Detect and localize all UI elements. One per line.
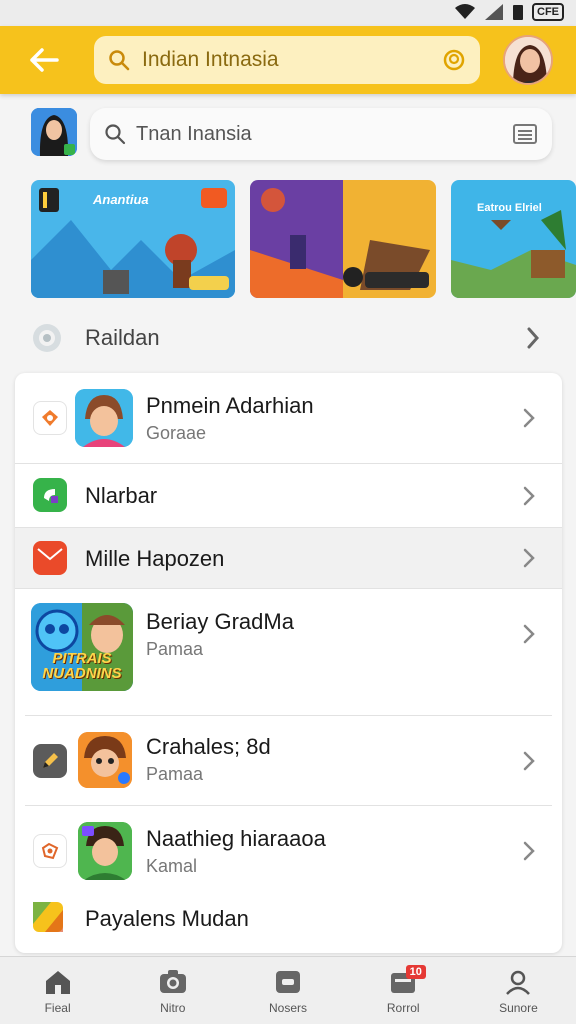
- nav-item-gallery[interactable]: Nosers: [230, 957, 345, 1024]
- search-bar[interactable]: Tnan Inansia: [90, 108, 552, 160]
- list-item[interactable]: Crahales; 8d Pamaa: [15, 716, 562, 804]
- home-icon: [45, 971, 70, 994]
- header-search-field[interactable]: Indian Intnasia: [94, 36, 480, 84]
- search-icon: [105, 124, 126, 145]
- app-icon: [78, 822, 132, 880]
- nav-label: Nosers: [269, 1001, 308, 1015]
- nav-item-camera[interactable]: Nitro: [115, 957, 230, 1024]
- chevron-right-icon: [523, 751, 535, 771]
- character-face-icon: [75, 389, 133, 447]
- status-bar: CFE: [0, 0, 576, 26]
- section-icon: [33, 324, 61, 352]
- list-item[interactable]: Payalens Mudan: [15, 896, 562, 952]
- pencil-icon: [33, 744, 67, 778]
- nav-label: Sunore: [499, 1001, 538, 1015]
- profile-icon: [506, 970, 531, 995]
- chevron-right-icon: [523, 548, 535, 568]
- chevron-right-icon: [523, 408, 535, 428]
- section-title: Raildan: [85, 325, 160, 350]
- folder-icon: [33, 902, 63, 932]
- puzzle-icon: [33, 834, 67, 868]
- battery-indicator: CFE: [532, 3, 564, 21]
- list-item-title: Mille Hapozen: [85, 546, 225, 571]
- list-item[interactable]: Mille Hapozen: [15, 528, 562, 588]
- pirate-game-art-icon: [250, 180, 436, 298]
- nav-item-profile[interactable]: Sunore: [461, 957, 576, 1024]
- app-list: Pnmein Adarhian Goraae Nlarbar Mille Hap…: [15, 373, 562, 953]
- camera-icon: [159, 970, 186, 993]
- game-poster-title: PITRAIS NUADNINS: [42, 650, 122, 682]
- list-item-subtitle: Pamaa: [146, 764, 204, 784]
- search-icon: [109, 50, 130, 71]
- nav-label: Rorrol: [386, 1001, 420, 1015]
- list-item[interactable]: Pnmein Adarhian Goraae: [15, 373, 562, 463]
- profile-thumbnail[interactable]: [31, 108, 77, 156]
- banner-card-3[interactable]: Eatrou Elriel: [451, 180, 576, 298]
- chevron-right-icon: [527, 327, 540, 349]
- banner-card-2[interactable]: [250, 180, 436, 298]
- search-query: Tnan Inansia: [136, 122, 252, 145]
- chevron-right-icon: [523, 486, 535, 506]
- status-icons: CFE: [454, 3, 564, 21]
- sim-icon: [513, 5, 523, 20]
- list-item[interactable]: Nlarbar: [15, 464, 562, 527]
- character-avatar-icon: [31, 108, 77, 156]
- wifi-icon: [455, 4, 475, 19]
- nav-item-home[interactable]: Fieal: [0, 957, 115, 1024]
- banner-title: Eatrou Elriel: [477, 202, 542, 214]
- list-item[interactable]: Naathieg hiaraaoa Kamal: [15, 806, 562, 896]
- app-icon: [75, 389, 133, 447]
- menu-list-icon[interactable]: [512, 123, 538, 145]
- banner-carousel[interactable]: Anantiua Eatrou Elriel: [31, 180, 576, 300]
- user-portrait-icon: [505, 37, 551, 83]
- nav-label: Fieal: [44, 1001, 71, 1015]
- signal-icon: [485, 4, 503, 20]
- back-button[interactable]: [24, 40, 64, 80]
- list-item-title: Nlarbar: [85, 483, 158, 508]
- green-tag-icon: [33, 478, 67, 512]
- user-avatar[interactable]: [503, 35, 553, 85]
- nav-item-notifications[interactable]: 10 Rorrol: [346, 957, 461, 1024]
- notification-badge: 10: [405, 965, 426, 979]
- list-item-subtitle: Kamal: [146, 856, 198, 876]
- banner-title: Anantiua: [93, 192, 149, 207]
- nav-label: Nitro: [160, 1001, 186, 1015]
- list-item-title: Beriay GradMa: [146, 609, 294, 634]
- banner-card-1[interactable]: Anantiua: [31, 180, 235, 298]
- app-icon: [78, 732, 132, 788]
- badge-icon: [33, 401, 67, 435]
- list-item-title: Naathieg hiaraaoa: [146, 826, 326, 851]
- header-search-query: Indian Intnasia: [142, 48, 279, 71]
- character-face-icon: [78, 822, 132, 880]
- list-item[interactable]: PITRAIS NUADNINS Beriay GradMa Pamaa: [15, 589, 562, 715]
- list-item-subtitle: Pamaa: [146, 639, 204, 659]
- bottom-navigation: Fieal Nitro Nosers 10 Rorrol Sunore: [0, 956, 576, 1024]
- section-header[interactable]: Raildan: [31, 318, 541, 358]
- mail-icon: [33, 541, 67, 575]
- list-item-title: Crahales; 8d: [146, 734, 271, 759]
- chevron-right-icon: [523, 624, 535, 644]
- microphone-icon[interactable]: [442, 48, 466, 72]
- arrow-left-icon: [30, 48, 59, 72]
- jungle-game-art-icon: [451, 180, 576, 298]
- list-item-subtitle: Goraae: [146, 423, 207, 443]
- gallery-icon: [276, 971, 300, 993]
- app-icon: PITRAIS NUADNINS: [31, 603, 133, 691]
- app-bar: Indian Intnasia: [0, 26, 576, 94]
- chevron-right-icon: [523, 841, 535, 861]
- list-item-title: Pnmein Adarhian: [146, 393, 314, 418]
- character-face-icon: [78, 732, 132, 788]
- list-item-title: Payalens Mudan: [85, 906, 249, 931]
